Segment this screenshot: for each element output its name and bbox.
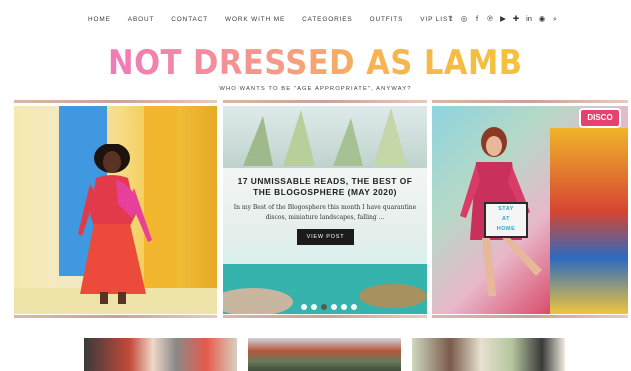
top-navigation: HOME ABOUT CONTACT WORK WITH ME CATEGORI… bbox=[0, 0, 631, 40]
youtube-icon[interactable]: ▶ bbox=[499, 14, 507, 23]
arcade-machine bbox=[550, 128, 628, 314]
stay-at-home-sign: STAY AT HOME bbox=[484, 202, 528, 238]
bloglovin-icon[interactable]: ✚ bbox=[512, 14, 520, 23]
twitter-icon[interactable]: 𝕥 bbox=[447, 14, 455, 23]
site-tagline: WHO WANTS TO BE "AGE APPROPRIATE", ANYWA… bbox=[219, 86, 412, 92]
slider-dot[interactable] bbox=[311, 304, 317, 310]
disco-neon-sign: DISCO bbox=[579, 108, 621, 128]
facebook-icon[interactable]: f bbox=[473, 14, 481, 23]
nav-outfits[interactable]: OUTFITS bbox=[370, 16, 404, 23]
post-thumbnail-3[interactable] bbox=[412, 338, 565, 371]
nav-contact[interactable]: CONTACT bbox=[171, 16, 208, 23]
slider-dot[interactable] bbox=[301, 304, 307, 310]
slider-dot[interactable] bbox=[341, 304, 347, 310]
divider-top-left bbox=[14, 100, 217, 103]
pinterest-icon[interactable]: ℗ bbox=[486, 14, 494, 23]
nav-about[interactable]: ABOUT bbox=[128, 16, 155, 23]
nav-work-with-me[interactable]: WORK WITH ME bbox=[225, 16, 285, 23]
post-thumbnail-1[interactable] bbox=[84, 338, 237, 371]
divider-bottom-left bbox=[14, 315, 217, 318]
featured-post-right[interactable]: DISCO STAY AT HOME bbox=[432, 106, 628, 314]
slider-dot[interactable] bbox=[331, 304, 337, 310]
rss-icon[interactable]: ◉ bbox=[538, 14, 546, 23]
logo-text[interactable]: NOT DRESSED AS LAMB bbox=[108, 44, 523, 82]
view-post-button[interactable]: VIEW POST bbox=[297, 229, 354, 245]
instagram-icon[interactable]: ◎ bbox=[460, 14, 468, 23]
slider-dots bbox=[301, 304, 357, 310]
featured-post-center[interactable]: 17 UNMISSABLE READS, THE BEST OF THE BLO… bbox=[223, 106, 427, 314]
nav-home[interactable]: HOME bbox=[88, 16, 111, 23]
divider-bottom-right bbox=[432, 315, 628, 318]
sign-line: HOME bbox=[496, 226, 516, 232]
post-excerpt: In my Best of the Blogosphere this month… bbox=[233, 204, 417, 221]
slider-dot[interactable] bbox=[351, 304, 357, 310]
site-logo[interactable]: NOT DRESSED AS LAMB bbox=[0, 44, 631, 82]
slider-dot-active[interactable] bbox=[321, 304, 327, 310]
nav-categories[interactable]: CATEGORIES bbox=[302, 16, 352, 23]
featured-post-left[interactable] bbox=[14, 106, 217, 314]
woman-in-red-dress-photo bbox=[78, 144, 152, 304]
post-thumbnail-2[interactable] bbox=[248, 338, 401, 371]
search-icon[interactable]: ⌕ bbox=[551, 14, 559, 23]
sign-line: AT bbox=[502, 216, 510, 222]
divider-bottom-center bbox=[223, 315, 427, 318]
main-menu: HOME ABOUT CONTACT WORK WITH ME CATEGORI… bbox=[88, 16, 470, 23]
divider-top-right bbox=[432, 100, 628, 103]
divider-top-center bbox=[223, 100, 427, 103]
sign-line: STAY bbox=[498, 206, 514, 212]
post-title[interactable]: 17 UNMISSABLE READS, THE BEST OF THE BLO… bbox=[231, 176, 419, 198]
social-links: 𝕥 ◎ f ℗ ▶ ✚ in ◉ ⌕ bbox=[447, 14, 559, 23]
linkedin-icon[interactable]: in bbox=[525, 14, 533, 23]
